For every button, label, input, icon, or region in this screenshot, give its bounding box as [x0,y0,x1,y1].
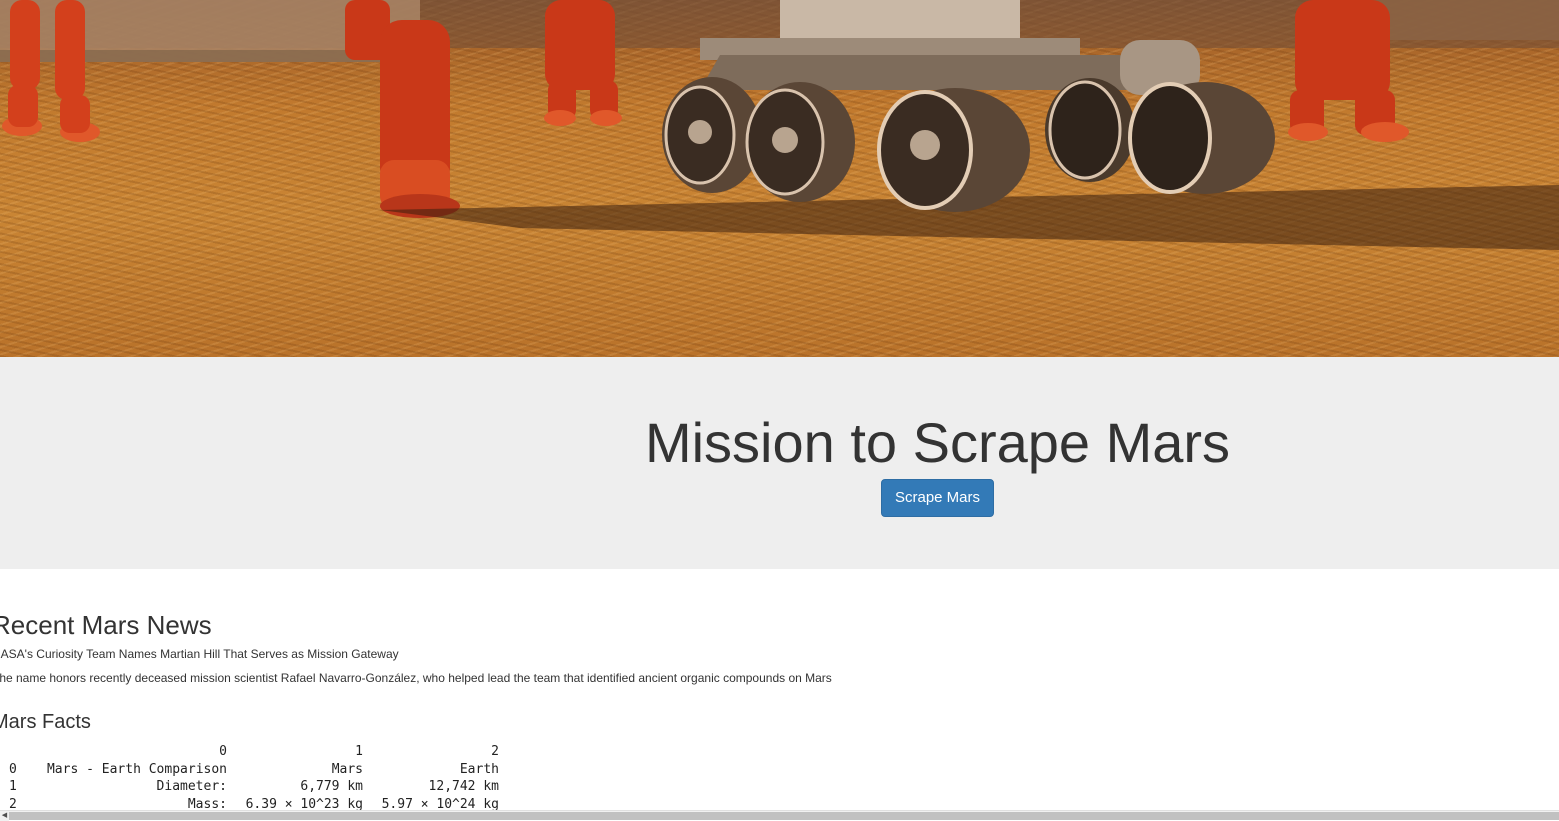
table-header-cell: 0 [219,744,227,760]
table-cell: 0 [9,761,17,777]
table-cell: 12,742 km [428,779,499,795]
table-header-row: 0 1 2 [9,743,499,761]
mars-rover-astronauts-image [0,0,1559,250]
table-cell: 1 [9,779,17,795]
table-cell: Diameter: [156,779,227,795]
table-cell: 6,779 km [300,779,363,795]
horizontal-scrollbar[interactable]: ◀ [0,810,1559,821]
jumbotron: Mission to Scrape Mars Scrape Mars [0,357,1559,569]
table-header-cell: 1 [355,744,363,760]
scrollbar-thumb[interactable] [9,812,1559,820]
hero-image [0,0,1559,357]
table-header-cell [9,743,21,761]
mars-facts-table: 0 1 2 0 Mars - Earth Comparison Mars Ear… [9,743,499,813]
news-title: NASA's Curiosity Team Names Martian Hill… [0,647,399,661]
table-cell: Mars [331,761,363,777]
table-row: 0 Mars - Earth Comparison Mars Earth [9,761,499,779]
scrape-mars-button[interactable]: Scrape Mars [881,479,994,517]
table-cell: Earth [459,761,499,777]
table-row: 1 Diameter: 6,779 km 12,742 km [9,778,499,796]
table-header-cell: 2 [491,744,499,760]
facts-heading: Mars Facts [0,711,91,733]
news-paragraph: The name honors recently deceased missio… [0,671,832,685]
page-title: Mission to Scrape Mars [644,411,1231,474]
news-heading: Recent Mars News [0,610,212,640]
table-cell: Mars - Earth Comparison [46,761,227,777]
